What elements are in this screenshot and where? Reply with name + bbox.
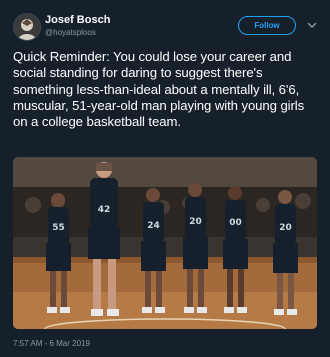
tweet-text: Quick Reminder: You could lose your care… [13,49,305,130]
avatar[interactable] [13,13,41,41]
tweet-timestamp[interactable]: 7:57 AM - 6 Mar 2019 [13,339,90,348]
jersey-number: 20 [279,223,292,233]
team-photo: 55 42 24 20 00 20 [13,157,317,329]
chevron-down-icon[interactable] [307,20,317,30]
jersey-number: 20 [189,217,202,227]
tweet-card: Josef Bosch @hoyatsploos Follow Quick Re… [0,0,330,357]
jersey-number: 42 [98,205,111,215]
user-handle[interactable]: @hoyatsploos [45,28,96,37]
follow-button[interactable]: Follow [238,16,296,35]
tweet-photo[interactable]: 55 42 24 20 00 20 [13,157,317,329]
jersey-number: 00 [229,218,242,228]
display-name[interactable]: Josef Bosch [45,14,110,26]
jersey-number: 24 [147,221,160,231]
jersey-number: 55 [52,223,65,233]
